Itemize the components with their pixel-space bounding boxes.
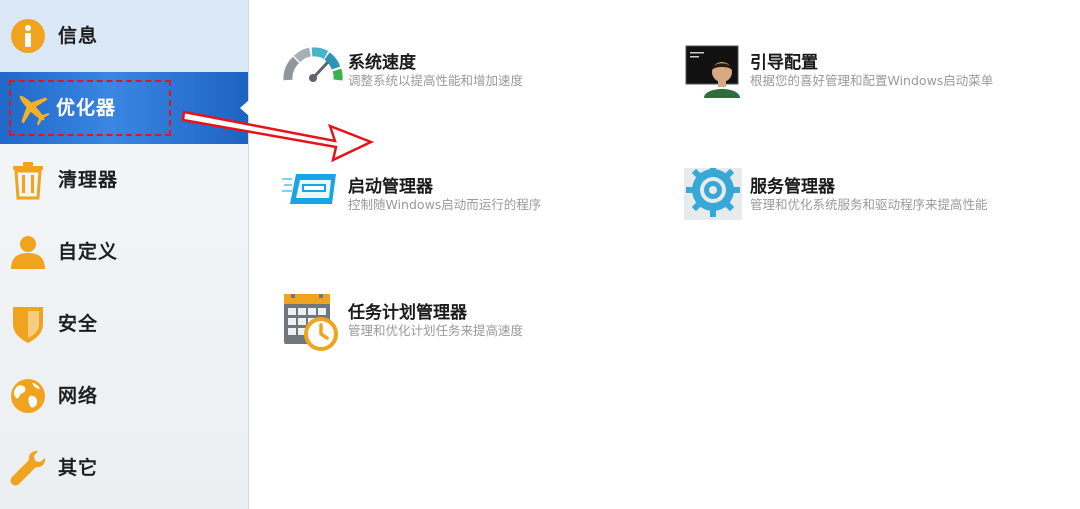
sidebar-item-info[interactable]: 信息 <box>0 0 248 73</box>
boot-config-icon <box>685 45 740 98</box>
sidebar-item-network[interactable]: 网络 <box>0 360 248 432</box>
tool-description: 管理和优化计划任务来提高速度 <box>348 323 524 338</box>
tool-boot-config[interactable]: 引导配置 根据您的喜好管理和配置Windows启动菜单 <box>684 44 1024 106</box>
tool-description: 控制随Windows启动而运行的程序 <box>348 197 542 212</box>
wrench-icon <box>10 450 46 486</box>
sidebar-item-label: 信息 <box>58 25 99 47</box>
tool-description: 管理和优化系统服务和驱动程序来提高性能 <box>750 197 988 212</box>
sidebar-item-security[interactable]: 安全 <box>0 288 248 360</box>
info-icon <box>11 19 45 53</box>
sidebar-item-label: 清理器 <box>58 169 119 191</box>
sidebar: 信息 优化器 清理器 自定义 安全 网络 其它 <box>0 0 249 509</box>
globe-icon <box>11 379 45 413</box>
tool-description: 根据您的喜好管理和配置Windows启动菜单 <box>750 73 994 88</box>
sidebar-item-label: 自定义 <box>58 241 119 263</box>
startup-manager-icon <box>282 174 336 204</box>
calendar-clock-icon <box>284 294 338 351</box>
sidebar-item-label: 安全 <box>58 313 99 335</box>
sidebar-item-label: 网络 <box>58 385 99 407</box>
tool-description: 调整系统以提高性能和增加速度 <box>348 73 524 88</box>
tool-startup-manager[interactable]: 启动管理器 控制随Windows启动而运行的程序 <box>282 168 582 230</box>
sidebar-item-label: 优化器 <box>56 97 117 119</box>
shield-icon <box>13 307 43 343</box>
trash-icon <box>13 162 43 200</box>
user-icon <box>11 236 45 269</box>
gear-icon <box>684 168 742 220</box>
sidebar-item-optimizer[interactable]: 优化器 <box>0 72 249 144</box>
speedometer-icon <box>283 47 343 82</box>
sidebar-item-cleaner[interactable]: 清理器 <box>0 144 248 216</box>
sidebar-item-label: 其它 <box>58 457 99 479</box>
sidebar-item-customize[interactable]: 自定义 <box>0 216 248 288</box>
tool-system-speed[interactable]: 系统速度 调整系统以提高性能和增加速度 <box>282 44 582 106</box>
tool-task-scheduler[interactable]: 任务计划管理器 管理和优化计划任务来提高速度 <box>282 294 602 356</box>
sidebar-item-other[interactable]: 其它 <box>0 432 248 504</box>
airplane-icon <box>19 95 50 126</box>
tool-service-manager[interactable]: 服务管理器 管理和优化系统服务和驱动程序来提高性能 <box>684 168 1024 230</box>
